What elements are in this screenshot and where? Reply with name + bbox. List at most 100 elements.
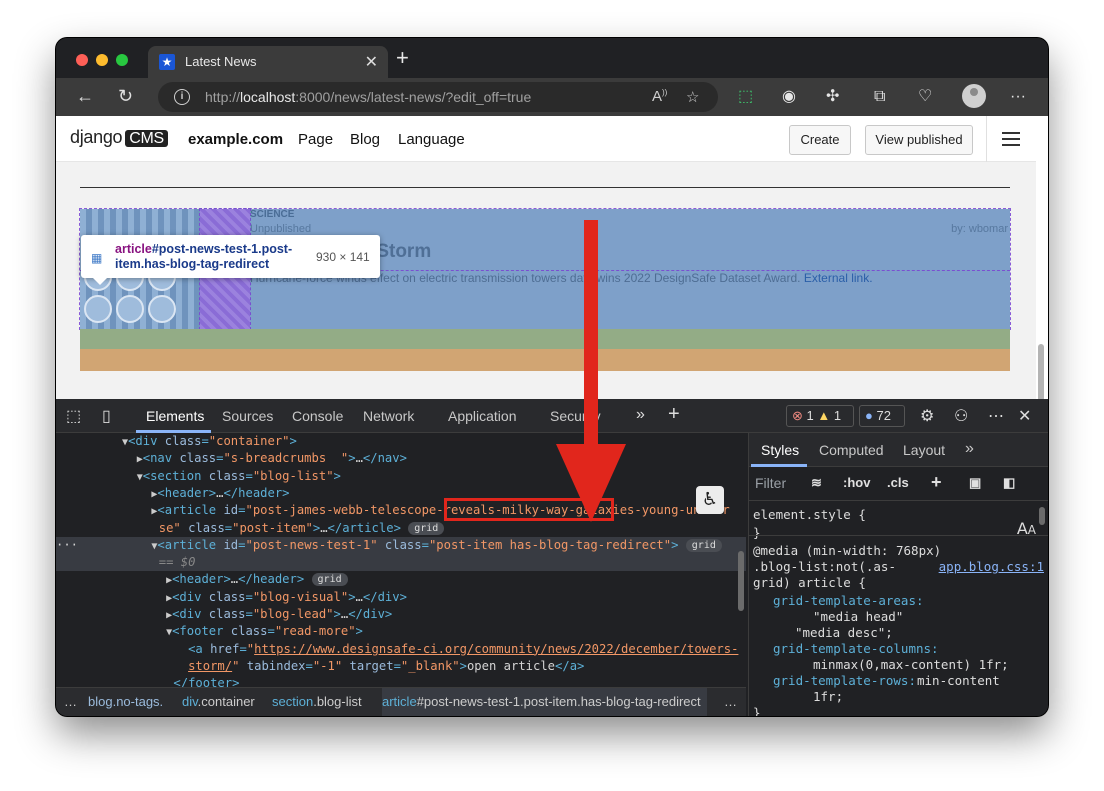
dom-node[interactable]: ▼<section class="blog-list"> [56,468,746,485]
tab-layout[interactable]: Layout [903,442,945,458]
add-favorite-icon[interactable]: ☆ [686,88,699,106]
menu-language[interactable]: Language [398,131,465,148]
page-content: SCIENCE Unpublished by: wbomar Towers in… [56,162,1036,399]
toggle-sidebar-icon[interactable]: ◧ [1003,475,1015,491]
tab-application[interactable]: Application [448,408,517,424]
tab-console[interactable]: Console [292,408,343,424]
dom-node-selected[interactable]: ··· ▼<article id="post-news-test-1" clas… [56,536,746,555]
element-style-rule[interactable]: element.style { [753,507,866,522]
browser-essentials-icon[interactable]: ♡ [918,87,932,107]
minimize-window-button[interactable] [96,54,108,66]
article-category[interactable]: SCIENCE [250,209,294,220]
dom-node[interactable]: ▶<div class="blog-visual">…</div> [56,589,746,606]
inspect-element-icon[interactable]: ⬚ [66,406,81,426]
hov-toggle[interactable]: :hov [843,475,870,490]
devtools-panel: ⬚ ▯ Elements Sources Console Network App… [56,399,1048,716]
breadcrumb-item[interactable]: section.blog-list [272,688,362,716]
issues-badge[interactable]: ⊗ 1 ▲ 1 [786,405,854,427]
css-value[interactable]: minmax(0,max-content) 1fr; [813,657,1009,672]
styles-scrollbar[interactable] [1039,507,1045,525]
cls-toggle[interactable]: .cls [887,475,909,490]
close-window-button[interactable] [76,54,88,66]
styles-tabbar: Styles Computed Layout » [749,433,1048,467]
layers-icon[interactable]: ≋ [811,475,822,491]
site-info-icon[interactable]: i [174,89,190,105]
tooltip-dimensions: 930 × 141 [316,250,370,264]
source-link[interactable]: app.blog.css:1 [939,559,1044,574]
extension-owl-icon[interactable]: ◉ [782,87,796,107]
menu-page[interactable]: Page [298,131,333,148]
settings-gear-icon[interactable]: ⚙ [920,406,934,426]
margin-overlay-orange [80,349,1010,371]
rule-selector[interactable]: .blog-list:not(.as- [753,559,896,574]
reload-icon[interactable]: ↻ [118,86,133,106]
messages-badge[interactable]: ● 72 [859,405,905,427]
back-arrow-icon[interactable]: ← [76,86,94,106]
create-button[interactable]: Create [789,125,851,155]
dom-node[interactable]: ▶<header>…</header> grid [56,571,746,588]
css-value[interactable]: "media desc"; [795,625,893,640]
css-property[interactable]: grid-template-areas: [773,593,924,608]
close-tab-icon[interactable]: ✕ [365,52,378,72]
new-tab-plus-icon[interactable]: + [396,47,409,69]
css-value[interactable]: min-content [917,673,1000,688]
page-scrollbar[interactable] [1038,344,1044,399]
menu-blog[interactable]: Blog [350,131,380,148]
more-options-icon[interactable]: ⋯ [988,406,1004,426]
screen-capture-icon[interactable]: ⬚ [738,87,753,107]
dom-node[interactable]: ▶<nav class="s-breadcrumbs ">…</nav> [56,450,746,467]
css-value[interactable]: 1fr; [813,689,843,704]
breadcrumb-item[interactable]: blog.no-tags. [88,688,163,716]
rule-selector-cont[interactable]: grid) article { [753,575,866,590]
more-menu-icon[interactable]: ··· [1010,87,1026,107]
sidebar-toggle-icon[interactable] [1002,132,1020,146]
dom-node[interactable]: </footer> [56,675,746,687]
dom-node[interactable]: ▶<div class="blog-lead">…</div> [56,606,746,623]
read-aloud-icon[interactable]: A)) [652,88,667,105]
css-value[interactable]: "media head" [813,609,903,624]
breadcrumb-item-selected[interactable]: article#post-news-test-1.post-item.has-b… [382,688,707,716]
more-panes-chevron-icon[interactable]: » [965,440,974,458]
dom-tree[interactable]: ▼<div class="container"> ▶<nav class="s-… [56,433,746,687]
css-property[interactable]: grid-template-rows: [773,673,916,688]
breadcrumb-ellipsis[interactable]: … [64,688,77,716]
dom-tree-scrollbar[interactable] [738,551,744,611]
more-tabs-chevron-icon[interactable]: » [636,406,645,424]
connect-devices-icon[interactable]: ⚇ [954,406,968,426]
collections-icon[interactable]: ⧉ [874,87,885,107]
tab-computed[interactable]: Computed [819,442,884,458]
add-tab-plus-icon[interactable]: + [668,403,680,426]
close-devtools-icon[interactable]: ✕ [1018,406,1031,426]
tab-latest-news[interactable]: ★ Latest News ✕ [148,46,388,78]
dom-node[interactable]: ▼<div class="container"> [56,433,746,450]
css-property[interactable]: grid-template-columns: [773,641,939,656]
tab-sources[interactable]: Sources [222,408,273,424]
paint-brush-icon[interactable]: ▣ [969,475,981,491]
breadcrumb-overflow[interactable]: … [724,688,737,716]
rule-close-brace: } [753,525,761,540]
dom-node[interactable]: <a href="https://www.designsafe-ci.org/c… [56,641,746,658]
dom-node[interactable]: ▶<article id="post-james-webb-telescope-… [56,502,746,519]
address-bar[interactable]: i http://localhost:8000/news/latest-news… [158,82,718,112]
django-cms-logo[interactable]: django CMS [70,127,168,148]
profile-avatar[interactable] [962,84,986,108]
view-published-button[interactable]: View published [865,125,973,155]
breadcrumb-item[interactable]: div.container [182,688,255,716]
dom-node[interactable]: storm/" tabindex="-1" target="_blank">op… [56,658,746,675]
new-rule-plus-icon[interactable]: + [931,472,942,493]
tab-security[interactable]: Security [550,408,601,424]
extensions-puzzle-icon[interactable]: ✣ [826,87,839,107]
site-name-link[interactable]: example.com [188,131,283,148]
accessibility-icon[interactable]: ♿ [696,486,724,514]
zoom-window-button[interactable] [116,54,128,66]
dom-node[interactable]: ▼<footer class="read-more"> [56,623,746,640]
tab-network[interactable]: Network [363,408,414,424]
dom-node[interactable]: ▶<header>…</header> [56,485,746,502]
tab-styles[interactable]: Styles [761,442,799,458]
dom-node[interactable]: se" class="post-item">…</article> grid [56,520,746,537]
external-link[interactable]: External link. [804,271,873,285]
device-toolbar-icon[interactable]: ▯ [102,406,111,426]
tab-elements[interactable]: Elements [146,408,204,424]
breadcrumb: … blog.no-tags. div.container section.bl… [56,687,746,716]
styles-filter-input[interactable]: Filter [755,475,786,491]
